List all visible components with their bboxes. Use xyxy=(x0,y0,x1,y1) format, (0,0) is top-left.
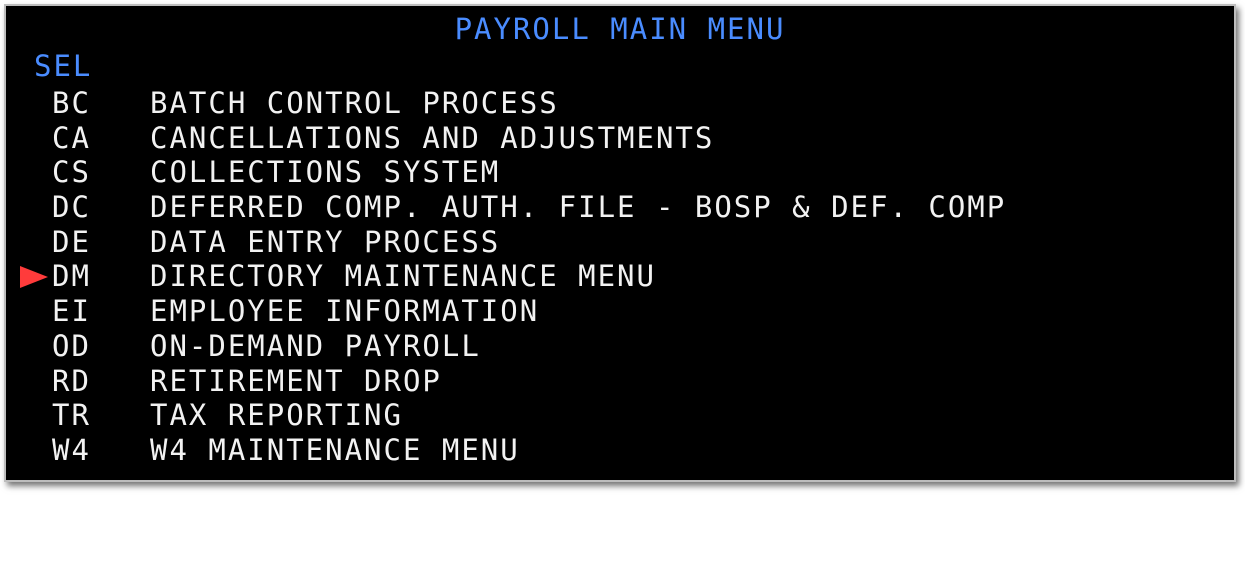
payroll-menu: BC BATCH CONTROL PROCESS CA CANCELLATION… xyxy=(6,86,1004,468)
menu-item-label: TAX REPORTING xyxy=(150,398,403,433)
menu-item-code: W4 xyxy=(52,432,91,467)
menu-item-de[interactable]: DE DATA ENTRY PROCESS xyxy=(6,224,498,260)
menu-item-label: EMPLOYEE INFORMATION xyxy=(150,294,540,329)
selection-field-label: SEL xyxy=(34,49,93,83)
menu-item-w4[interactable]: W4 W4 MAINTENANCE MENU xyxy=(6,432,518,468)
screen-title: PAYROLL MAIN MENU xyxy=(454,12,786,46)
menu-item-code: OD xyxy=(52,328,91,363)
menu-item-code: DM xyxy=(52,259,91,294)
menu-item-label: DATA ENTRY PROCESS xyxy=(150,224,501,259)
menu-item-code: CA xyxy=(52,120,91,155)
menu-item-code: CS xyxy=(52,155,91,190)
menu-item-dm[interactable]: DM DIRECTORY MAINTENANCE MENU xyxy=(6,259,654,294)
menu-item-rd[interactable]: RD RETIREMENT DROP xyxy=(6,363,440,399)
menu-item-bc[interactable]: BC BATCH CONTROL PROCESS xyxy=(6,86,557,121)
terminal-screen: PAYROLL MAIN MENU SEL BC BATCH CONTROL P… xyxy=(4,4,1236,482)
menu-item-label: ON-DEMAND PAYROLL xyxy=(150,328,481,363)
menu-item-ei[interactable]: EI EMPLOYEE INFORMATION xyxy=(6,294,537,329)
menu-item-code: BC xyxy=(52,86,91,120)
menu-item-dc[interactable]: DC DEFERRED COMP. AUTH. FILE - BOSP & DE… xyxy=(6,190,1004,225)
menu-item-code: DE xyxy=(52,224,91,259)
menu-item-label: CANCELLATIONS AND ADJUSTMENTS xyxy=(150,120,715,155)
menu-item-label: DIRECTORY MAINTENANCE MENU xyxy=(150,259,656,294)
menu-item-cs[interactable]: CS COLLECTIONS SYSTEM xyxy=(6,155,498,190)
menu-item-label: RETIREMENT DROP xyxy=(150,363,442,398)
menu-item-tr[interactable]: TR TAX REPORTING xyxy=(6,398,401,433)
menu-item-code: DC xyxy=(52,190,91,225)
menu-item-label: DEFERRED COMP. AUTH. FILE - BOSP & DEF. … xyxy=(150,190,1007,225)
menu-item-code: EI xyxy=(52,294,91,329)
red-triangle-pointer-icon xyxy=(20,266,48,289)
menu-item-label: BATCH CONTROL PROCESS xyxy=(150,86,559,120)
menu-item-ca[interactable]: CA CANCELLATIONS AND ADJUSTMENTS xyxy=(6,120,712,156)
menu-item-code: RD xyxy=(52,363,91,398)
menu-item-od[interactable]: OD ON-DEMAND PAYROLL xyxy=(6,328,479,364)
menu-item-code: TR xyxy=(52,398,91,433)
menu-item-label: W4 MAINTENANCE MENU xyxy=(150,432,520,467)
menu-item-label: COLLECTIONS SYSTEM xyxy=(150,155,501,190)
